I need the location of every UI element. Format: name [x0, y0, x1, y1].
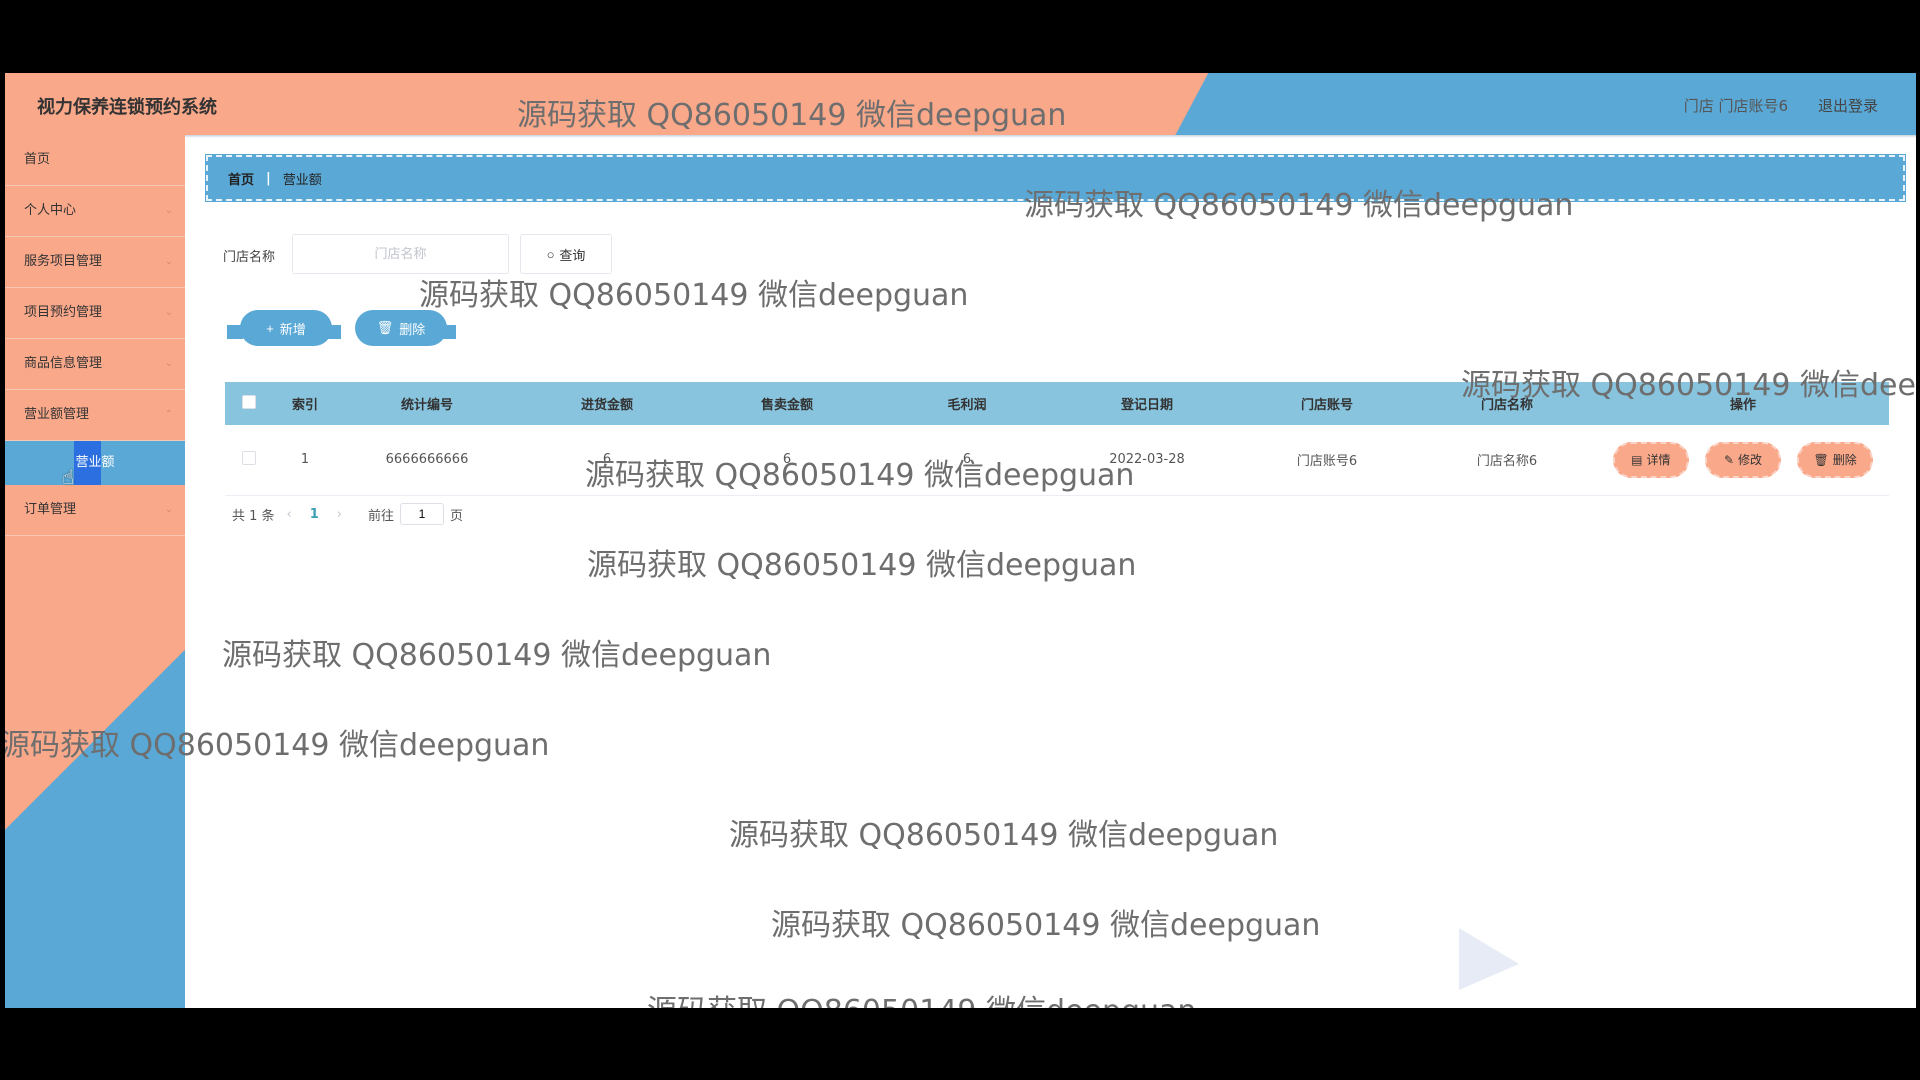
sidebar-item-service-management[interactable]: 服务项目管理 ⌄ [5, 237, 185, 288]
sidebar-subitem-revenue[interactable]: 营业额 [5, 441, 185, 485]
sidebar-item-label: 订单管理 [24, 502, 77, 517]
detail-label: 详情 [1646, 453, 1671, 468]
sidebar-item-label: 项目预约管理 [24, 305, 103, 320]
select-all-header [225, 382, 273, 425]
search-button[interactable]: ○ 查询 [520, 234, 612, 274]
sidebar-item-revenue-management[interactable]: 营业额管理 ⌃ [5, 390, 185, 441]
add-button-label: 新增 [279, 321, 306, 337]
search-icon: ○ [546, 246, 555, 262]
play-logo-icon [1459, 928, 1519, 990]
sidebar-item-label: 商品信息管理 [24, 356, 103, 371]
search-button-label: 查询 [559, 247, 586, 263]
goto-suffix: 页 [450, 508, 464, 524]
cell-store-name: 门店名称6 [1417, 425, 1597, 496]
column-header: 进货金额 [517, 382, 697, 425]
logout-button[interactable]: 退出登录 [1818, 95, 1878, 116]
pagination: 共 1 条 ‹ 1 › 前往 页 [232, 503, 463, 525]
watermark: 源码获取 QQ86050149 微信deepguan [222, 638, 772, 673]
column-header: 登记日期 [1057, 382, 1237, 425]
row-delete-button[interactable]: 🗑 删除 [1797, 441, 1874, 478]
watermark: 源码获取 QQ86050149 微信deepguan [585, 458, 1135, 493]
goto-page-input[interactable] [400, 503, 445, 525]
hand-cursor-icon: ☝ [62, 465, 75, 489]
select-all-checkbox[interactable] [242, 394, 256, 409]
sidebar: 首页 个人中心 ⌄ 服务项目管理 ⌄ 项目预约管理 ⌄ 商品信息管理 ⌄ 营业额… [5, 135, 185, 1008]
pagination-total: 共 1 条 [232, 508, 275, 524]
document-icon: ▤ [1631, 452, 1643, 467]
chevron-down-icon: ⌄ [164, 504, 173, 515]
plus-icon: + [266, 320, 274, 336]
current-user-label: 门店 门店账号6 [1683, 97, 1788, 115]
edit-button[interactable]: ✎ 修改 [1705, 441, 1781, 478]
trash-icon: 🗑 [376, 320, 394, 335]
chevron-right-icon[interactable]: › [337, 507, 342, 522]
chevron-down-icon: ⌄ [164, 358, 173, 369]
watermark: 源码获取 QQ86050149 微信deepguan [647, 986, 1196, 1008]
cell-actions: ▤ 详情 ✎ 修改 🗑 删除 [1597, 425, 1889, 496]
sidebar-item-home[interactable]: 首页 [5, 135, 185, 186]
watermark: 源码获取 QQ86050149 微信deepguan [1024, 188, 1574, 223]
column-header: 毛利润 [877, 382, 1057, 425]
edit-label: 修改 [1738, 453, 1763, 468]
sidebar-item-product-management[interactable]: 商品信息管理 ⌄ [5, 339, 185, 390]
pencil-icon: ✎ [1723, 452, 1735, 467]
cell-code: 6666666666 [337, 425, 517, 496]
column-header: 索引 [273, 382, 337, 425]
chevron-down-icon: ⌄ [164, 256, 173, 267]
goto-prefix: 前往 [368, 508, 395, 524]
page-number[interactable]: 1 [310, 507, 319, 522]
sidebar-item-label: 个人中心 [24, 203, 77, 218]
sidebar-subitem-label: 营业额 [75, 455, 115, 470]
chevron-down-icon: ⌄ [164, 205, 173, 216]
watermark: 源码获取 QQ86050149 微信deepguan [771, 908, 1321, 943]
sidebar-item-order-management[interactable]: 订单管理 ⌄ [5, 485, 185, 536]
sidebar-item-label: 首页 [24, 152, 51, 167]
column-header: 统计编号 [337, 382, 517, 425]
detail-button[interactable]: ▤ 详情 [1612, 441, 1689, 478]
batch-delete-button[interactable]: 🗑 删除 [355, 310, 447, 346]
row-checkbox[interactable] [242, 450, 256, 465]
watermark: 源码获取 QQ86050149 微信deepguan [1461, 368, 1916, 403]
delete-button-label: 删除 [399, 321, 426, 337]
sidebar-item-personal-center[interactable]: 个人中心 ⌄ [5, 186, 185, 237]
app-window: 视力保养连锁预约系统 门店 门店账号6 退出登录 首页 个人中心 ⌄ 服务项目管… [5, 73, 1916, 1008]
cell-store-account: 门店账号6 [1237, 425, 1417, 496]
breadcrumb-current: 营业额 [282, 172, 322, 188]
delete-label: 删除 [1832, 453, 1857, 468]
add-button[interactable]: + 新增 [240, 310, 332, 346]
cell-index: 1 [273, 425, 337, 496]
watermark: 源码获取 QQ86050149 微信deepguan [419, 278, 969, 313]
chevron-down-icon: ⌄ [164, 307, 173, 318]
column-header: 门店账号 [1237, 382, 1417, 425]
breadcrumb-separator: | [266, 170, 271, 186]
chevron-up-icon: ⌃ [164, 409, 173, 420]
sidebar-item-label: 服务项目管理 [24, 254, 103, 269]
sidebar-item-label: 营业额管理 [24, 407, 90, 422]
app-title: 视力保养连锁预约系统 [37, 97, 217, 118]
watermark: 源码获取 QQ86050149 微信deepguan [5, 728, 550, 763]
breadcrumb-home[interactable]: 首页 [228, 169, 254, 188]
trash-icon: 🗑 [1813, 452, 1829, 467]
watermark: 源码获取 QQ86050149 微信deepguan [517, 98, 1067, 133]
watermark: 源码获取 QQ86050149 微信deepguan [587, 548, 1137, 583]
header-shadow [5, 135, 1916, 138]
column-header: 售卖金额 [697, 382, 877, 425]
watermark: 源码获取 QQ86050149 微信deepguan [729, 818, 1279, 853]
row-select-cell [225, 425, 273, 496]
sidebar-item-appointment-management[interactable]: 项目预约管理 ⌄ [5, 288, 185, 339]
chevron-left-icon[interactable]: ‹ [287, 507, 292, 522]
store-name-search-input[interactable] [292, 234, 509, 274]
search-label: 门店名称 [223, 250, 276, 265]
